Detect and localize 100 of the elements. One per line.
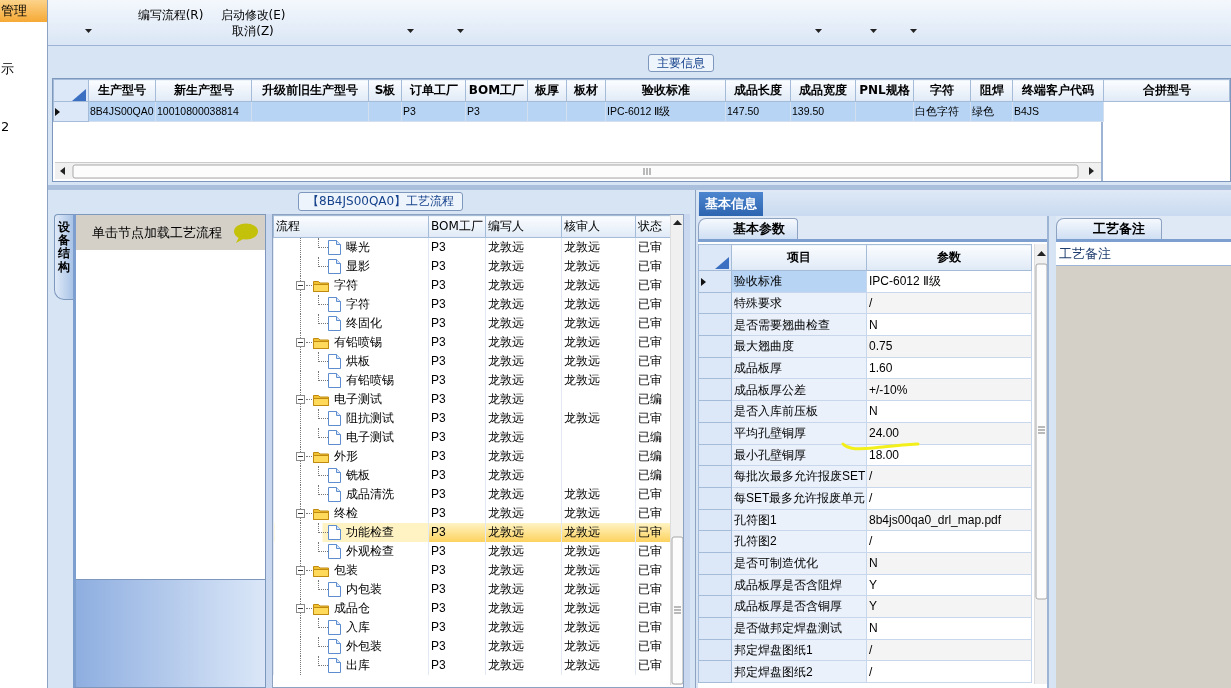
- column-header[interactable]: BOM工厂: [428, 215, 486, 238]
- column-header[interactable]: 成品长度: [725, 79, 791, 102]
- node-label: 终固化: [346, 316, 382, 331]
- tree-node[interactable]: 铣板: [273, 466, 429, 485]
- toolbar-button[interactable]: 取消(Z): [230, 23, 276, 39]
- table-cell: P3: [428, 333, 486, 352]
- column-header[interactable]: 订单工厂: [401, 79, 466, 102]
- tree-node[interactable]: 内包装: [273, 580, 429, 599]
- sidebar-item[interactable]: 2: [0, 116, 10, 138]
- vertical-scrollbar[interactable]: [1034, 244, 1047, 684]
- tree-node[interactable]: 出库: [273, 656, 429, 675]
- tree-node[interactable]: 包装: [273, 561, 429, 580]
- tree-node[interactable]: 入库: [273, 618, 429, 637]
- column-header[interactable]: 流程: [273, 215, 429, 238]
- folder-icon: [313, 507, 329, 520]
- table-cell: 龙敦远: [561, 295, 636, 314]
- row-selector[interactable]: [53, 101, 89, 122]
- document-icon: [328, 582, 341, 597]
- collapse-icon[interactable]: [296, 281, 305, 290]
- sidebar-item[interactable]: 管理: [0, 0, 47, 22]
- document-icon: [328, 430, 341, 445]
- column-header[interactable]: 终端客户代码: [1012, 79, 1104, 102]
- column-header[interactable]: 参数: [866, 244, 1032, 271]
- column-header[interactable]: 成品宽度: [790, 79, 856, 102]
- tree-node[interactable]: 外包装: [273, 637, 429, 656]
- collapse-icon[interactable]: [296, 395, 305, 404]
- tree-node[interactable]: 成品仓: [273, 599, 429, 618]
- caret-icon[interactable]: [457, 29, 464, 33]
- tree-node[interactable]: 字符: [273, 295, 429, 314]
- tree-node[interactable]: 阻抗测试: [273, 409, 429, 428]
- tree-node[interactable]: 电子测试: [273, 428, 429, 447]
- collapse-icon[interactable]: [296, 604, 305, 613]
- side-tab[interactable]: 设备结构: [54, 214, 73, 300]
- caret-icon[interactable]: [909, 29, 917, 33]
- tree-node[interactable]: 烘板: [273, 352, 429, 371]
- column-header[interactable]: 字符: [913, 79, 971, 102]
- caret-icon[interactable]: [869, 29, 877, 33]
- collapse-icon[interactable]: [296, 509, 305, 518]
- node-label: 外形: [334, 449, 358, 464]
- tree-node[interactable]: 显影: [273, 257, 429, 276]
- select-all-corner[interactable]: [698, 244, 732, 271]
- caret-icon[interactable]: [407, 29, 414, 33]
- tree-node[interactable]: 终固化: [273, 314, 429, 333]
- column-header[interactable]: 生产型号: [88, 79, 156, 102]
- tree-node[interactable]: 曝光: [273, 237, 429, 257]
- collapse-icon[interactable]: [296, 566, 305, 575]
- folder-icon: [313, 393, 329, 406]
- collapse-icon[interactable]: [296, 452, 305, 461]
- column-header[interactable]: 新生产型号: [155, 79, 252, 102]
- table-cell: P3: [428, 409, 486, 428]
- select-all-corner[interactable]: [53, 79, 89, 102]
- document-icon: [328, 620, 341, 635]
- table-cell: P3: [428, 428, 486, 447]
- column-header[interactable]: 升级前旧生产型号: [251, 79, 369, 102]
- column-header[interactable]: 合拼型号: [1103, 79, 1230, 102]
- caret-icon[interactable]: [814, 29, 822, 33]
- node-label: 入库: [346, 620, 370, 635]
- column-header[interactable]: PNL规格: [855, 79, 914, 102]
- tree-node[interactable]: 功能检查: [273, 523, 429, 542]
- table-cell: 龙敦远: [485, 618, 562, 637]
- horizontal-scrollbar[interactable]: [55, 162, 1101, 179]
- tree-node[interactable]: 成品清洗: [273, 485, 429, 504]
- tree-node[interactable]: 字符: [273, 276, 429, 295]
- table-cell: /: [866, 487, 1032, 510]
- column-header[interactable]: BOM工厂: [465, 79, 528, 102]
- document-icon: [328, 525, 341, 540]
- column-header[interactable]: 验收标准: [605, 79, 726, 102]
- tree-node[interactable]: 有铅喷锡: [273, 371, 429, 390]
- column-header[interactable]: 板厚: [527, 79, 567, 102]
- node-label: 功能检查: [346, 525, 394, 540]
- table-cell: 龙敦远: [485, 237, 562, 257]
- table-cell: 龙敦远: [485, 599, 562, 618]
- column-header[interactable]: 状态: [635, 215, 670, 238]
- panel-tab[interactable]: 基本参数: [698, 218, 798, 239]
- column-header[interactable]: 核审人: [561, 215, 636, 238]
- tree-node[interactable]: 有铅喷锡: [273, 333, 429, 352]
- column-header[interactable]: 阻焊: [970, 79, 1013, 102]
- table-cell: P3: [428, 618, 486, 637]
- tree-node[interactable]: 电子测试: [273, 390, 429, 409]
- column-header[interactable]: S板: [368, 79, 402, 102]
- column-header[interactable]: 项目: [731, 244, 867, 271]
- column-header[interactable]: 板材: [566, 79, 606, 102]
- folder-icon: [313, 279, 329, 292]
- tree-node[interactable]: 外形: [273, 447, 429, 466]
- toolbar-button[interactable]: 编写流程(R): [135, 7, 206, 23]
- node-label: 包装: [334, 563, 358, 578]
- tree-node[interactable]: 外观检查: [273, 542, 429, 561]
- panel-tab[interactable]: 工艺备注: [1056, 218, 1162, 239]
- collapse-icon[interactable]: [296, 338, 305, 347]
- panel-tab[interactable]: 基本信息: [699, 192, 763, 216]
- table-cell: 龙敦远: [485, 447, 562, 466]
- vertical-scrollbar[interactable]: [670, 215, 683, 685]
- sidebar-item[interactable]: 示: [0, 58, 14, 80]
- node-label: 外观检查: [346, 544, 394, 559]
- node-label: 电子测试: [346, 430, 394, 445]
- column-header[interactable]: 编写人: [485, 215, 562, 238]
- table-cell: P3: [428, 390, 486, 409]
- row-selector[interactable]: [698, 270, 732, 293]
- caret-icon[interactable]: [84, 29, 92, 33]
- toolbar-button[interactable]: 启动修改(E): [218, 7, 288, 23]
